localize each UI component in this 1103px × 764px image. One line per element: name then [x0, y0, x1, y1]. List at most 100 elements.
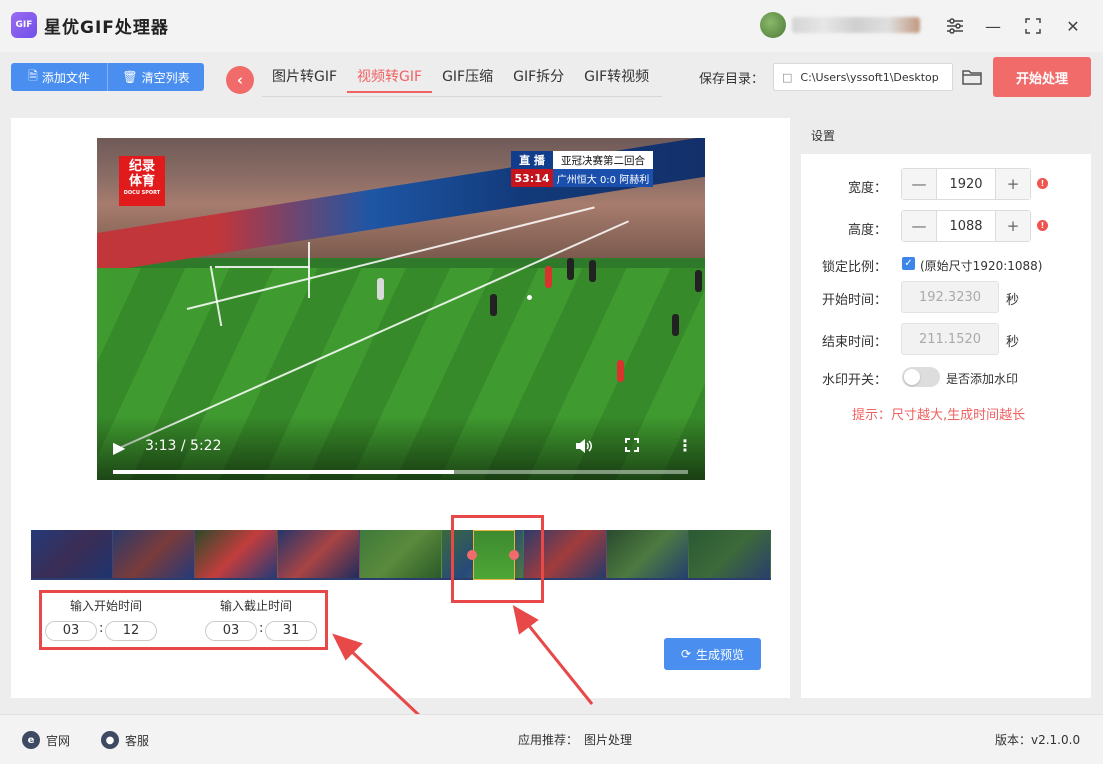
video-player[interactable]: 纪录 体育 DOCU SPORT 直 播 亚冠决赛第二回合 53:14 广州恒大…: [97, 138, 705, 480]
watermark-note: 是否添加水印: [946, 372, 1019, 386]
maximize-icon[interactable]: [1019, 12, 1047, 40]
video-progress-bar[interactable]: [113, 470, 688, 474]
player: [545, 266, 552, 288]
filmstrip-frame: [606, 530, 689, 578]
version-label: 版本：v2.1.0.0: [995, 733, 1081, 747]
lock-ratio-checkbox[interactable]: ✓: [902, 257, 915, 270]
clear-list-button[interactable]: 🗑 清空列表: [107, 63, 204, 91]
minimize-icon[interactable]: —: [979, 12, 1007, 40]
player: [377, 278, 384, 300]
app-title: 星优GIF处理器: [44, 18, 169, 38]
title-bar: GIF 星优GIF处理器 — ✕: [0, 0, 1103, 52]
volume-icon[interactable]: [575, 438, 593, 458]
filmstrip-frame: [113, 530, 196, 578]
filmstrip-frame: [359, 530, 443, 578]
badge-line1: 纪录: [128, 159, 155, 174]
score-line: 广州恒大 0:0 阿赫利: [553, 169, 653, 187]
tab-video-to-gif[interactable]: 视频转GIF: [347, 63, 433, 93]
chat-bubble-icon: ●: [101, 731, 119, 749]
end-time-label: 输入截止时间: [220, 599, 293, 613]
badge-line2: 体育: [128, 174, 155, 189]
video-controls: ▶ 3:13 / 5:22 ⋮: [97, 416, 705, 480]
height-value[interactable]: 1088: [936, 211, 996, 241]
height-plus-button[interactable]: +: [996, 211, 1030, 241]
end-time-setting-label: 结束时间：: [821, 335, 887, 350]
watermark-toggle[interactable]: [902, 367, 940, 387]
colon: :: [259, 621, 264, 636]
watermark-label: 水印开关：: [821, 373, 887, 388]
size-hint: 提示：尺寸越大,生成时间越长: [852, 408, 1026, 423]
filmstrip-frame: [688, 530, 771, 578]
goal-crossbar: [215, 266, 310, 268]
open-folder-icon[interactable]: [961, 66, 983, 88]
close-icon[interactable]: ✕: [1059, 12, 1087, 40]
height-stepper[interactable]: — 1088 +: [901, 210, 1031, 242]
fullscreen-icon[interactable]: [625, 438, 639, 456]
settings-header: 设置: [801, 118, 1091, 154]
footer: e 官网 ● 客服 应用推荐： 图片处理 版本：v2.1.0.0: [0, 714, 1103, 764]
width-stepper[interactable]: — 1920 +: [901, 168, 1031, 200]
avatar[interactable]: [760, 12, 786, 38]
warning-icon[interactable]: !: [1037, 178, 1048, 189]
add-file-label: 添加文件: [41, 70, 90, 85]
website-link[interactable]: e 官网: [22, 731, 70, 749]
video-time: 3:13 / 5:22: [145, 438, 222, 454]
end-time-field[interactable]: 211.1520: [901, 323, 999, 355]
warning-icon[interactable]: !: [1037, 220, 1048, 231]
generate-preview-button[interactable]: ⟳ 生成预览: [664, 638, 761, 670]
clear-list-label: 清空列表: [141, 70, 190, 85]
play-icon[interactable]: ▶: [113, 438, 125, 457]
back-chevron-icon[interactable]: ‹: [226, 66, 254, 94]
player: [672, 314, 679, 336]
start-time-label: 输入开始时间: [70, 599, 143, 613]
video-progress-fill: [113, 470, 454, 474]
goal-post: [308, 242, 310, 298]
filmstrip[interactable]: [31, 530, 771, 580]
width-plus-button[interactable]: +: [996, 169, 1030, 199]
lock-ratio-note: (原始尺寸1920:1088): [920, 259, 1043, 273]
add-file-button[interactable]: 🗎 添加文件: [11, 63, 107, 91]
refresh-icon: ⟳: [680, 647, 692, 661]
end-minute-input[interactable]: 03: [205, 621, 257, 641]
more-options-icon[interactable]: ⋮: [677, 436, 693, 455]
height-label: 高度：: [847, 223, 887, 238]
height-minus-button[interactable]: —: [902, 211, 936, 241]
tab-gif-split[interactable]: GIF拆分: [503, 63, 574, 93]
end-second-input[interactable]: 31: [265, 621, 317, 641]
user-name-blurred[interactable]: [792, 17, 920, 33]
filmstrip-frame: [31, 530, 114, 578]
website-label: 官网: [46, 733, 71, 748]
save-dir-field[interactable]: □ C:\Users\yssoft1\Desktop: [773, 63, 953, 91]
width-value[interactable]: 1920: [936, 169, 996, 199]
trash-icon: 🗑: [122, 70, 138, 84]
settings-sliders-icon[interactable]: [941, 12, 969, 40]
tab-gif-to-video[interactable]: GIF转视频: [574, 63, 659, 93]
support-label: 客服: [125, 733, 150, 748]
start-time-field[interactable]: 192.3230: [901, 281, 999, 313]
score-overlay: 直 播 亚冠决赛第二回合 53:14 广州恒大 0:0 阿赫利: [511, 151, 653, 187]
ball: [527, 295, 532, 300]
generate-preview-label: 生成预览: [696, 647, 745, 662]
save-dir-label: 保存目录：: [699, 72, 765, 87]
start-processing-button[interactable]: 开始处理: [993, 57, 1091, 97]
match-title: 亚冠决赛第二回合: [553, 151, 653, 169]
tab-gif-compress[interactable]: GIF压缩: [432, 63, 503, 93]
start-second-input[interactable]: 12: [105, 621, 157, 641]
file-icon: 🗎: [28, 68, 38, 83]
live-label: 直 播: [511, 151, 553, 169]
width-label: 宽度：: [847, 181, 887, 196]
colon: :: [99, 621, 104, 636]
recommend-area: 应用推荐： 图片处理: [518, 731, 632, 748]
support-link[interactable]: ● 客服: [101, 731, 149, 749]
filmstrip-frame: [277, 530, 360, 578]
width-minus-button[interactable]: —: [902, 169, 936, 199]
seconds-unit: 秒: [1006, 335, 1020, 350]
channel-logo: 纪录 体育 DOCU SPORT: [119, 156, 165, 206]
tab-image-to-gif[interactable]: 图片转GIF: [262, 63, 347, 93]
game-clock: 53:14: [511, 169, 553, 187]
recommend-app-link[interactable]: 图片处理: [584, 731, 632, 748]
player: [490, 294, 497, 316]
player: [589, 260, 596, 282]
feature-tabs: 图片转GIF 视频转GIF GIF压缩 GIF拆分 GIF转视频: [262, 63, 662, 97]
start-minute-input[interactable]: 03: [45, 621, 97, 641]
